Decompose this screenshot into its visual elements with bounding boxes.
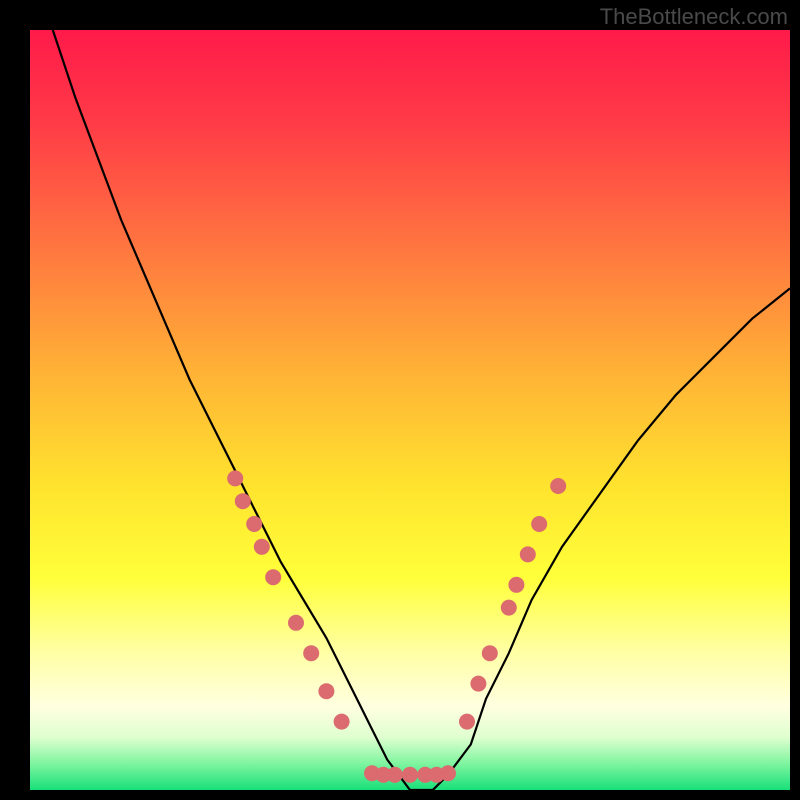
gradient-background: [30, 30, 790, 790]
data-point: [501, 600, 517, 616]
data-point: [508, 577, 524, 593]
data-point: [470, 676, 486, 692]
data-point: [440, 765, 456, 781]
data-point: [235, 493, 251, 509]
data-point: [520, 546, 536, 562]
data-point: [227, 470, 243, 486]
data-point: [531, 516, 547, 532]
data-point: [550, 478, 566, 494]
data-point: [288, 615, 304, 631]
chart-svg: [30, 30, 790, 790]
data-point: [459, 714, 475, 730]
data-point: [482, 645, 498, 661]
data-point: [254, 539, 270, 555]
watermark-text: TheBottleneck.com: [600, 4, 788, 30]
data-point: [246, 516, 262, 532]
data-point: [303, 645, 319, 661]
data-point: [334, 714, 350, 730]
data-point: [402, 767, 418, 783]
data-point: [318, 683, 334, 699]
data-point: [265, 569, 281, 585]
data-point: [387, 767, 403, 783]
plot-area: [30, 30, 790, 790]
